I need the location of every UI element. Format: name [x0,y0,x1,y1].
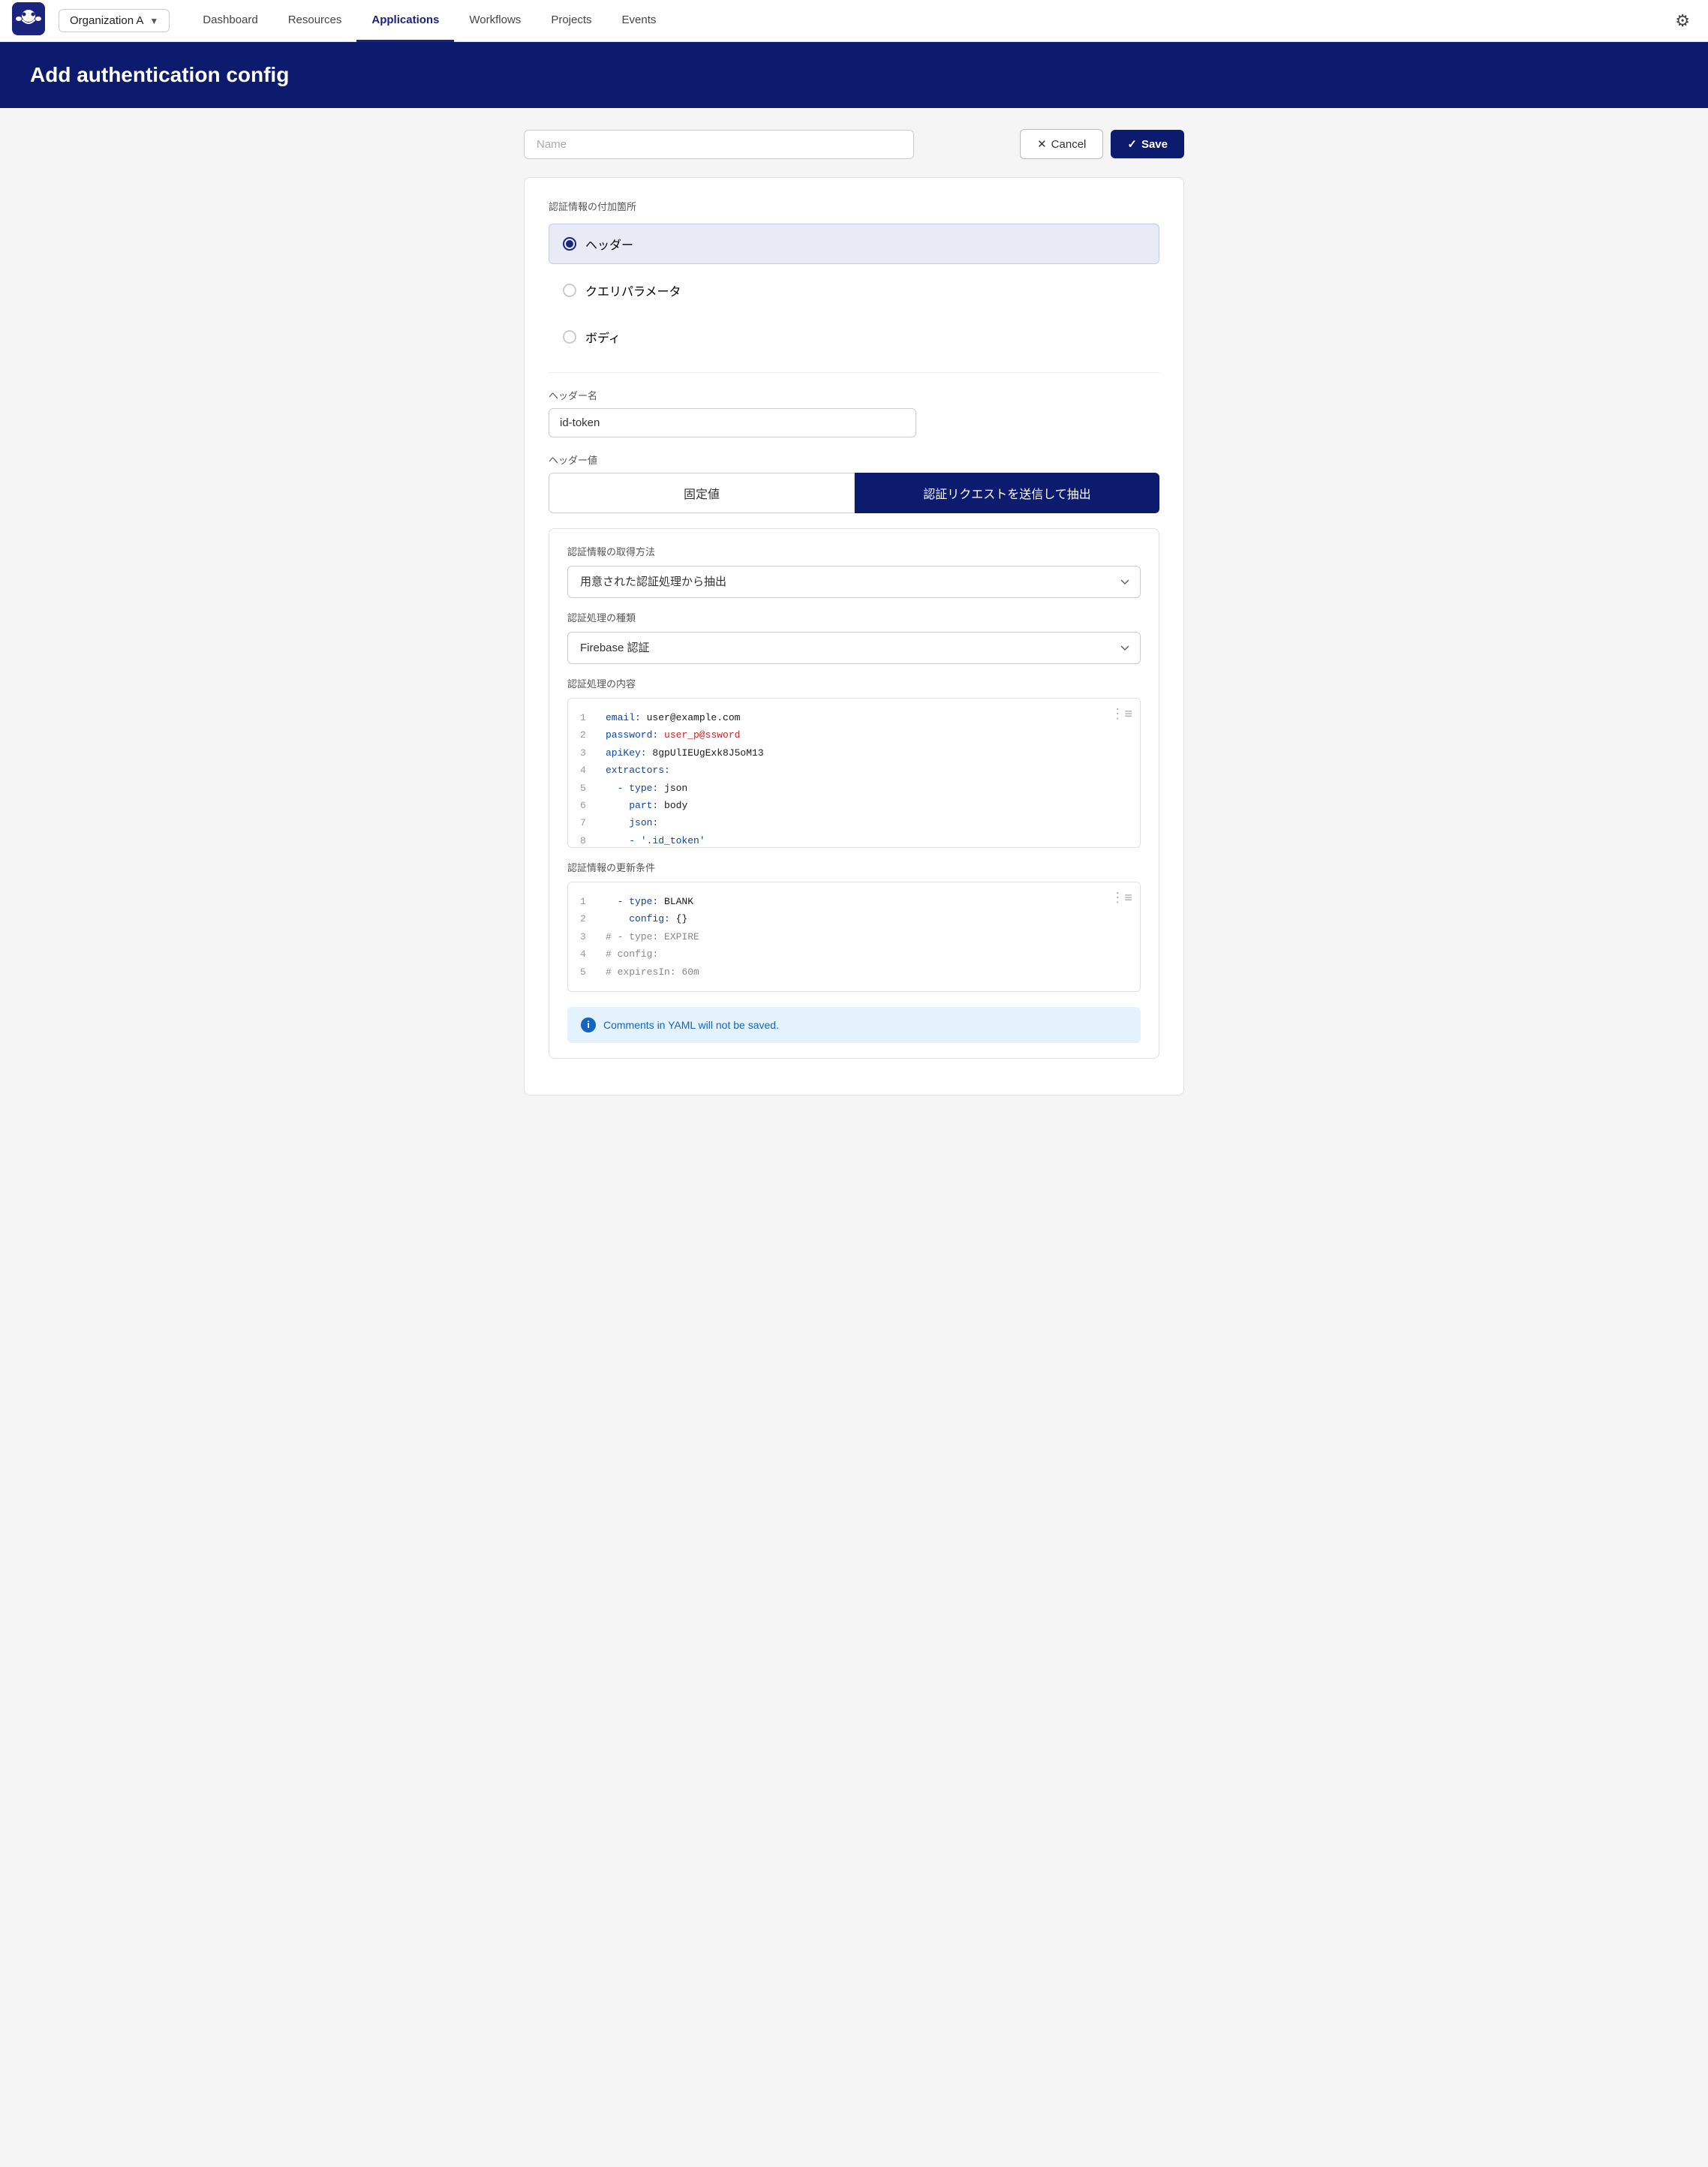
auth-type-label: 認証処理の種類 [567,610,1141,624]
update-line-3: 3 # - type: EXPIRE [580,928,1128,945]
divider-1 [549,372,1159,373]
code-line-7: 7 json: [580,814,1128,831]
org-selector[interactable]: Organization A ▼ [59,9,170,32]
toggle-fixed-button[interactable]: 固定値 [549,473,855,513]
save-label: Save [1141,138,1168,151]
radio-body[interactable]: ボディ [549,317,1159,357]
header-value-label: ヘッダー値 [549,452,1159,467]
update-code-copy-icon[interactable]: ⋮≡ [1111,890,1132,906]
cancel-x-icon: ✕ [1037,137,1047,151]
acquisition-select[interactable]: 用意された認証処理から抽出 [567,566,1141,598]
nav-applications[interactable]: Applications [356,0,454,42]
nav-resources[interactable]: Resources [273,0,357,42]
radio-query-label: クエリパラメータ [585,281,681,299]
page-title: Add authentication config [30,63,1678,87]
page-header: Add authentication config [0,42,1708,108]
inner-auth-card: 認証情報の取得方法 用意された認証処理から抽出 認証処理の種類 Firebase… [549,528,1159,1059]
header-value-toggle: 固定値 認証リクエストを送信して抽出 [549,473,1159,513]
code-line-8: 8 - '.id_token' [580,832,1128,848]
radio-query-circle [563,284,576,297]
top-bar: ✕ Cancel ✓ Save [524,129,1184,159]
cancel-label: Cancel [1051,138,1087,151]
cancel-button[interactable]: ✕ Cancel [1020,129,1103,159]
header-name-label: ヘッダー名 [549,388,1159,402]
radio-header-label: ヘッダー [585,235,633,253]
save-button[interactable]: ✓ Save [1111,130,1184,158]
logo [12,2,51,39]
info-notice: i Comments in YAML will not be saved. [567,1007,1141,1043]
org-name: Organization A [70,14,143,27]
code-line-3: 3 apiKey: 8gpUlIEUgExk8J5oM13 [580,744,1128,762]
radio-header-circle [563,237,576,251]
update-line-5: 5 # expiresIn: 60m [580,963,1128,981]
auth-content-code-block: ⋮≡ 1 email: user@example.com 2 password:… [567,698,1141,848]
navbar: Organization A ▼ Dashboard Resources App… [0,0,1708,42]
nav-events[interactable]: Events [607,0,672,42]
update-conditions-label: 認証情報の更新条件 [567,860,1141,874]
notice-text: Comments in YAML will not be saved. [603,1019,779,1031]
nav-projects[interactable]: Projects [536,0,606,42]
auth-type-select[interactable]: Firebase 認証 [567,632,1141,664]
update-line-2: 2 config: {} [580,910,1128,927]
code-line-1: 1 email: user@example.com [580,709,1128,726]
update-line-4: 4 # config: [580,945,1128,963]
auth-location-label: 認証情報の付加箇所 [549,199,1159,213]
toggle-extract-button[interactable]: 認証リクエストを送信して抽出 [855,473,1159,513]
header-name-input[interactable] [549,408,916,437]
radio-header[interactable]: ヘッダー [549,224,1159,264]
code-line-6: 6 part: body [580,797,1128,814]
radio-body-label: ボディ [585,328,621,346]
code-line-4: 4 extractors: [580,762,1128,779]
radio-query[interactable]: クエリパラメータ [549,270,1159,311]
name-input[interactable] [524,130,914,159]
main-content: ✕ Cancel ✓ Save 認証情報の付加箇所 ヘッダー クエリパラメータ [494,108,1214,1117]
radio-body-circle [563,330,576,344]
nav-dashboard[interactable]: Dashboard [188,0,272,42]
code-line-2: 2 password: user_p@ssword [580,726,1128,744]
settings-icon[interactable]: ⚙ [1669,5,1696,37]
action-buttons: ✕ Cancel ✓ Save [1020,129,1184,159]
code-line-5: 5 - type: json [580,780,1128,797]
update-line-1: 1 - type: BLANK [580,893,1128,910]
save-check-icon: ✓ [1127,137,1137,151]
code-copy-icon[interactable]: ⋮≡ [1111,706,1132,723]
form-card: 認証情報の付加箇所 ヘッダー クエリパラメータ ボディ ヘッダー名 ヘッダー値 … [524,177,1184,1096]
update-conditions-code-block: ⋮≡ 1 - type: BLANK 2 config: {} 3 # - ty… [567,882,1141,992]
nav-links: Dashboard Resources Applications Workflo… [188,0,1669,42]
chevron-down-icon: ▼ [149,16,158,26]
nav-workflows[interactable]: Workflows [454,0,536,42]
info-icon: i [581,1017,596,1032]
auth-content-label: 認証処理の内容 [567,676,1141,690]
acquisition-label: 認証情報の取得方法 [567,544,1141,558]
